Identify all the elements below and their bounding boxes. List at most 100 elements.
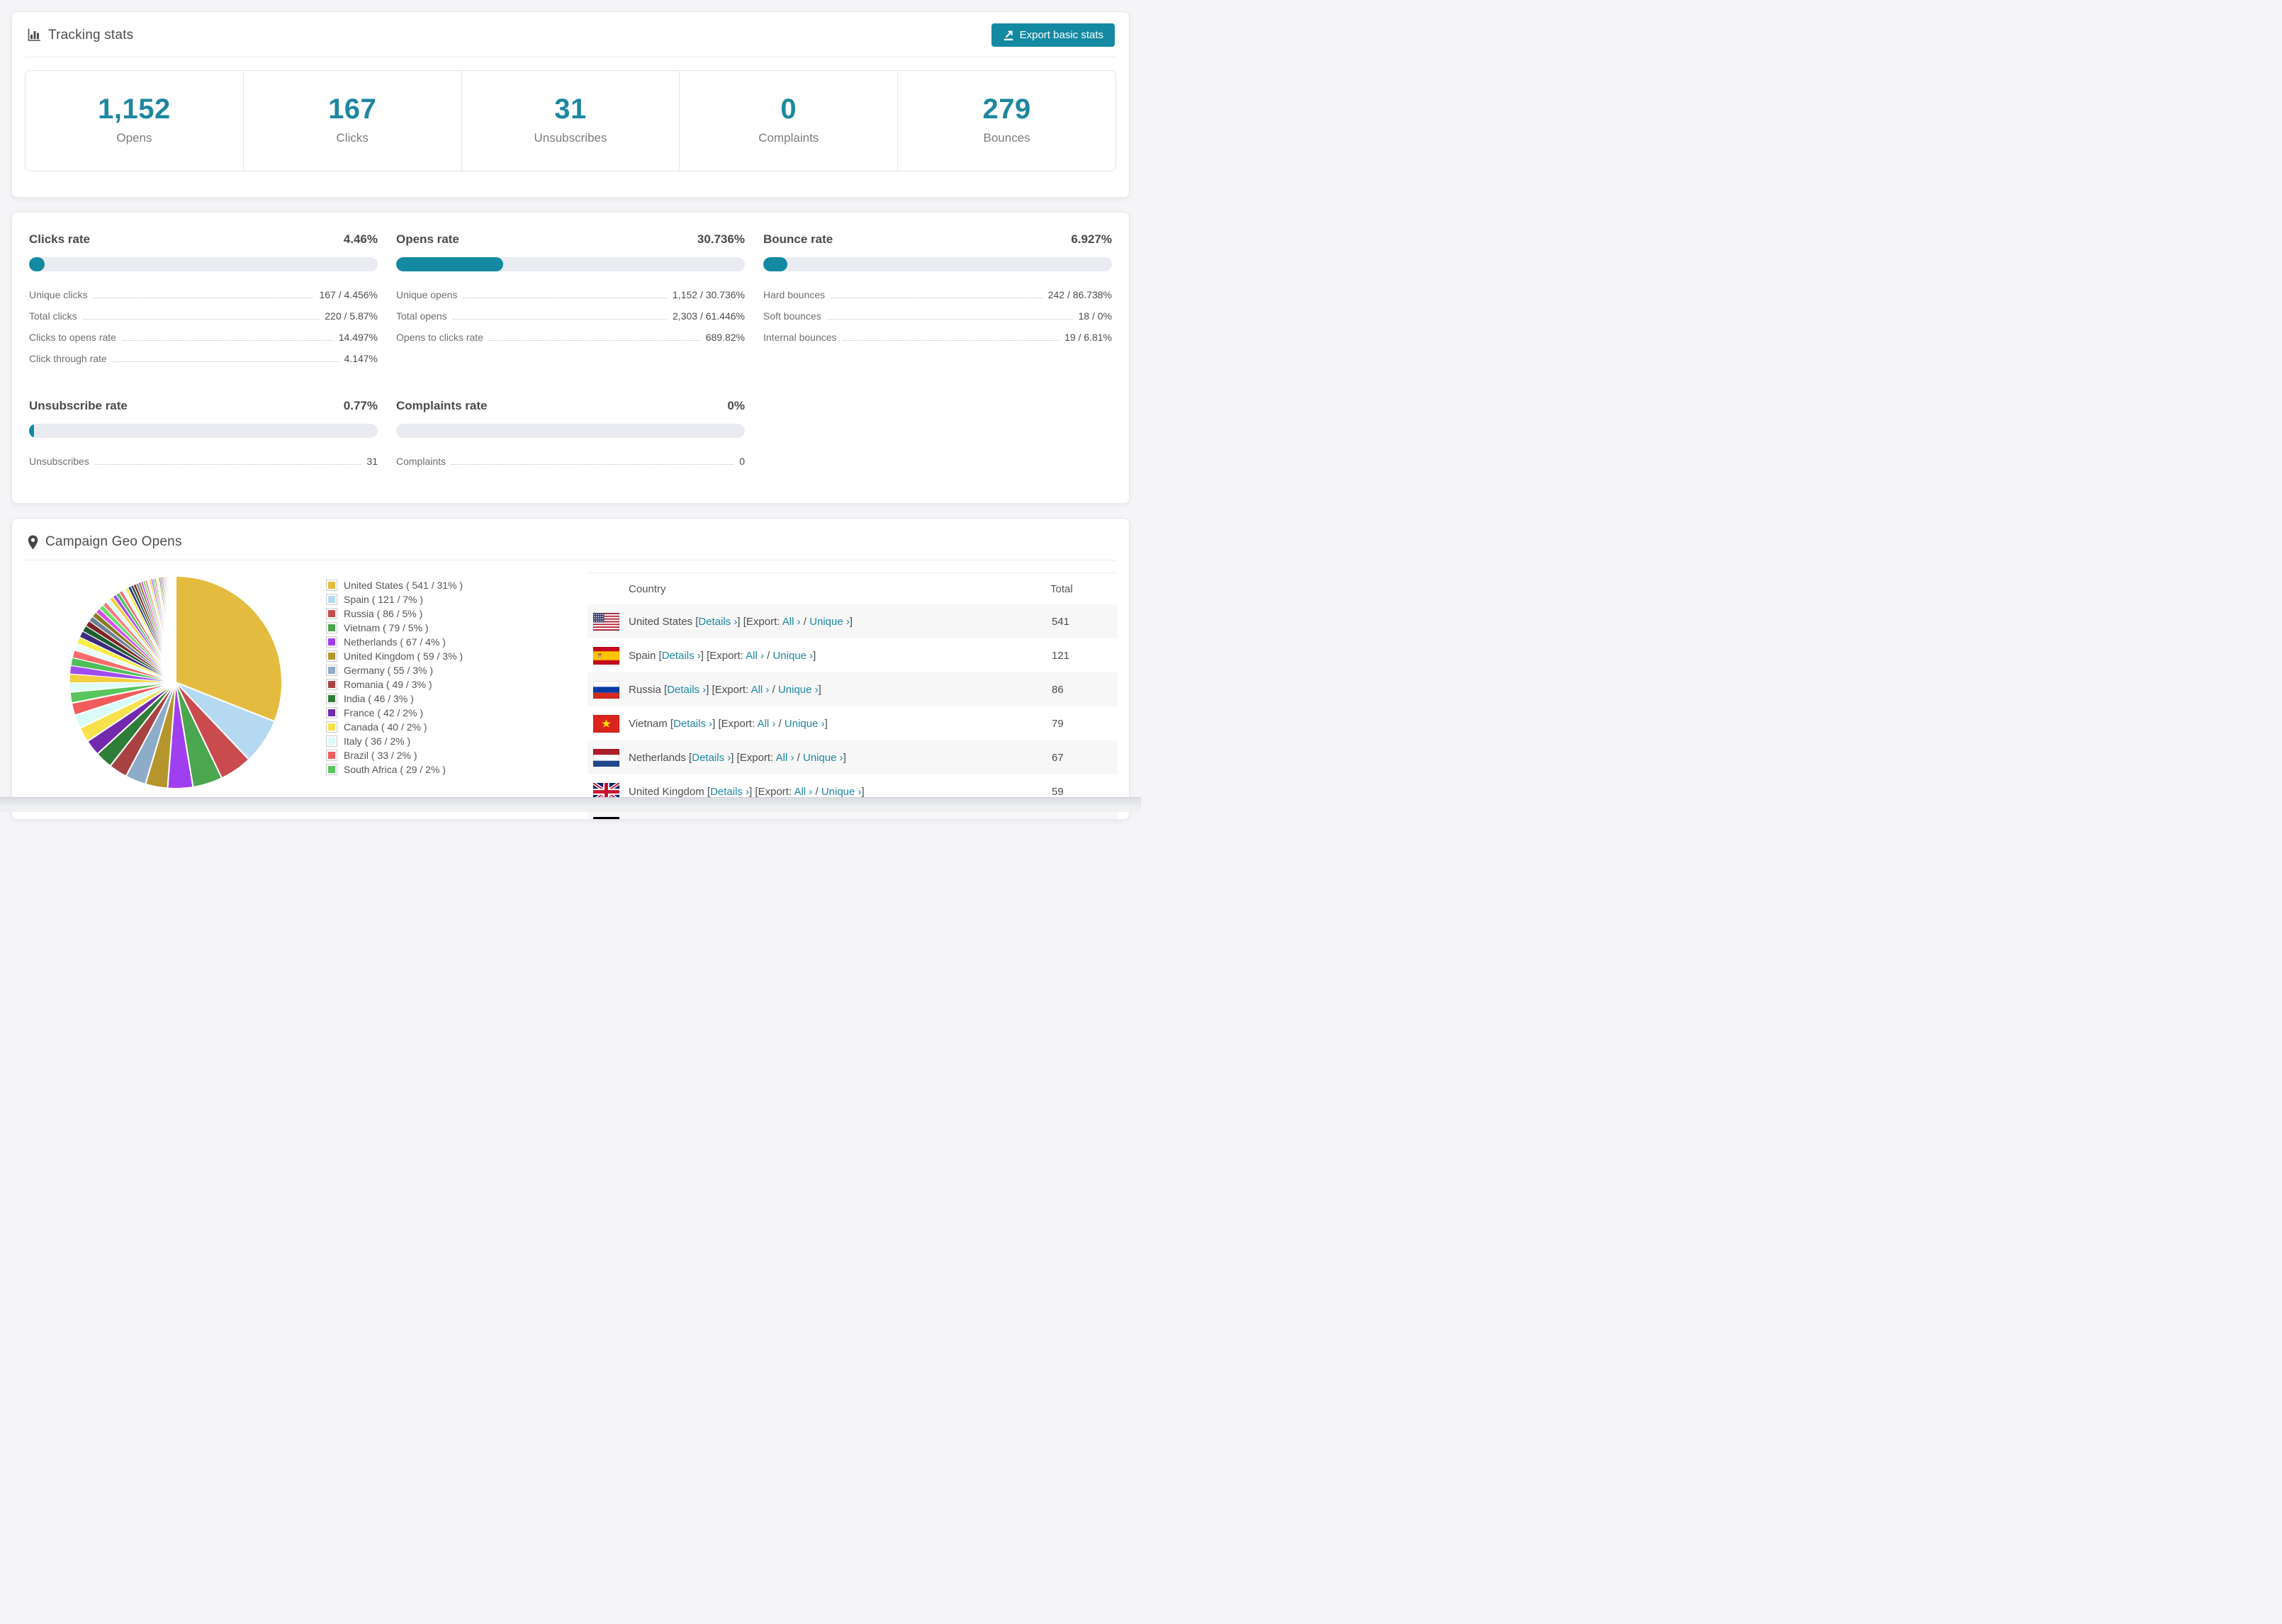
rate-detail-label: Unique clicks: [29, 289, 88, 300]
country-cell: Netherlands [Details ›] [Export: All › /…: [629, 752, 1050, 764]
bracket: [: [704, 785, 711, 798]
rates-row-1: Clicks rate 4.46% Unique clicks 167 / 4.456…: [29, 232, 1112, 369]
bracket: ]: [861, 785, 865, 798]
bracket: [: [673, 820, 678, 821]
details-link[interactable]: Details ›: [678, 820, 717, 821]
total-cell: 55: [1050, 820, 1118, 821]
legend-swatch: [326, 650, 337, 662]
rate-value: 6.927%: [1071, 232, 1112, 246]
table-row-nl: Netherlands [Details ›] [Export: All › /…: [588, 740, 1118, 774]
total-cell: 86: [1052, 683, 1064, 696]
export-unique-link[interactable]: Unique ›: [789, 820, 830, 821]
legend-swatch: [326, 750, 337, 761]
rate-detail-value: 4.147%: [344, 353, 378, 364]
legend-label: Canada ( 40 / 2% ): [344, 721, 427, 733]
rate-detail-value: 14.497%: [338, 332, 378, 343]
rates-card: Clicks rate 4.46% Unique clicks 167 / 4.456…: [11, 212, 1130, 504]
dotted-leader: [94, 464, 361, 465]
legend-swatch: [326, 594, 337, 605]
export-unique-link[interactable]: Unique ›: [821, 786, 862, 798]
legend-label: South Africa ( 29 / 2% ): [344, 764, 446, 775]
export-unique-link[interactable]: Unique ›: [778, 684, 819, 696]
export-all-link[interactable]: All ›: [782, 616, 801, 628]
vn-flag-icon: [588, 714, 629, 733]
dotted-leader: [826, 319, 1073, 320]
rate-detail-value: 2,303 / 61.446%: [673, 310, 745, 322]
rate-progress-bar: [763, 257, 1112, 271]
slash-separator: /: [794, 751, 803, 764]
rate-progress-fill: [763, 257, 788, 271]
stat-label: Unsubscribes: [534, 131, 607, 145]
legend-item: United Kingdom ( 59 / 3% ): [326, 649, 463, 663]
details-link[interactable]: Details ›: [673, 718, 712, 730]
rate-title: Bounce rate: [763, 232, 833, 246]
campaign-geo-opens-card: Campaign Geo Opens United States ( 541 /…: [11, 518, 1130, 820]
export-all-link[interactable]: All ›: [746, 650, 764, 662]
export-unique-link[interactable]: Unique ›: [803, 752, 843, 764]
geo-pie-chart: [67, 574, 284, 791]
legend-swatch: [326, 721, 337, 733]
summary-stats-box: 1,152 Opens 167 Clicks 31 Unsubscribes 0 Compla…: [25, 70, 1116, 171]
export-all-link[interactable]: All ›: [758, 718, 776, 730]
country-name: Germany: [629, 820, 673, 821]
legend-label: France ( 42 / 2% ): [344, 707, 424, 718]
country-cell: United Kingdom [Details ›] [Export: All …: [629, 786, 1050, 798]
total-cell: 541: [1052, 615, 1070, 628]
rate-detail-row: Click through rate 4.147%: [29, 348, 378, 369]
rate-progress-fill: [29, 424, 34, 438]
bracket: [: [667, 717, 674, 730]
rate-value: 4.46%: [343, 232, 378, 246]
details-link[interactable]: Details ›: [692, 752, 731, 764]
rate-detail-value: 18 / 0%: [1078, 310, 1112, 322]
export-all-link[interactable]: All ›: [751, 684, 770, 696]
rate-detail-row: Total clicks 220 / 5.87%: [29, 305, 378, 327]
legend-swatch: [326, 580, 337, 591]
export-unique-link[interactable]: Unique ›: [772, 650, 813, 662]
country-cell: Spain [Details ›] [Export: All › / Uniqu…: [629, 650, 1050, 662]
export-all-link[interactable]: All ›: [762, 820, 780, 821]
legend-swatch: [326, 735, 337, 747]
country-name: Spain: [629, 649, 656, 662]
export-all-link[interactable]: All ›: [794, 786, 812, 798]
rate-detail-value: 220 / 5.87%: [325, 310, 378, 322]
export-unique-link[interactable]: Unique ›: [785, 718, 825, 730]
rate-panel: Unsubscribe rate 0.77% Unsubscribes 31: [29, 399, 378, 472]
country-cell: Vietnam [Details ›] [Export: All › / Uni…: [629, 718, 1050, 730]
export-all-link[interactable]: All ›: [776, 752, 794, 764]
rate-detail-label: Internal bounces: [763, 332, 837, 343]
rate-panel: Complaints rate 0% Complaints 0: [396, 399, 745, 472]
details-link[interactable]: Details ›: [662, 650, 701, 662]
legend-label: India ( 46 / 3% ): [344, 693, 414, 704]
details-link[interactable]: Details ›: [667, 684, 706, 696]
summary-stat-clicks: 167 Clicks: [242, 71, 461, 171]
rate-detail-row: Total opens 2,303 / 61.446%: [396, 305, 745, 327]
legend-item: India ( 46 / 3% ): [326, 692, 463, 706]
viewport-bottom-fade: [0, 797, 1141, 812]
rate-detail-value: 167 / 4.456%: [319, 289, 378, 300]
export-prefix: ] [Export:: [749, 785, 794, 798]
rate-detail-row: Soft bounces 18 / 0%: [763, 305, 1112, 327]
stat-value: 279: [982, 94, 1031, 125]
export-basic-stats-button[interactable]: Export basic stats: [991, 23, 1115, 47]
legend-swatch: [326, 636, 337, 648]
tracking-stats-card: Tracking stats Export basic stats 1,152 O…: [11, 11, 1130, 198]
nl-flag-icon: [588, 748, 629, 767]
total-cell: 79: [1052, 717, 1064, 730]
slash-separator: /: [780, 820, 789, 821]
rate-detail-row: Internal bounces 19 / 6.81%: [763, 327, 1112, 348]
export-unique-link[interactable]: Unique ›: [809, 616, 850, 628]
export-prefix: ] [Export:: [737, 615, 782, 628]
rate-detail-row: Clicks to opens rate 14.497%: [29, 327, 378, 348]
dotted-leader: [451, 464, 734, 465]
details-link[interactable]: Details ›: [710, 786, 749, 798]
legend-item: Vietnam ( 79 / 5% ): [326, 621, 463, 635]
country-name: United Kingdom: [629, 785, 704, 798]
geo-pie-legend: United States ( 541 / 31% ) Spain ( 121 /…: [326, 578, 463, 777]
bracket: ]: [813, 649, 816, 662]
details-link[interactable]: Details ›: [698, 616, 737, 628]
export-prefix: ] [Export:: [706, 683, 751, 696]
legend-label: Italy ( 36 / 2% ): [344, 735, 411, 747]
table-row-es: Spain [Details ›] [Export: All › / Uniqu…: [588, 638, 1118, 672]
geo-table-header: Country Total: [588, 573, 1118, 604]
total-column-header: Total: [1050, 582, 1073, 595]
